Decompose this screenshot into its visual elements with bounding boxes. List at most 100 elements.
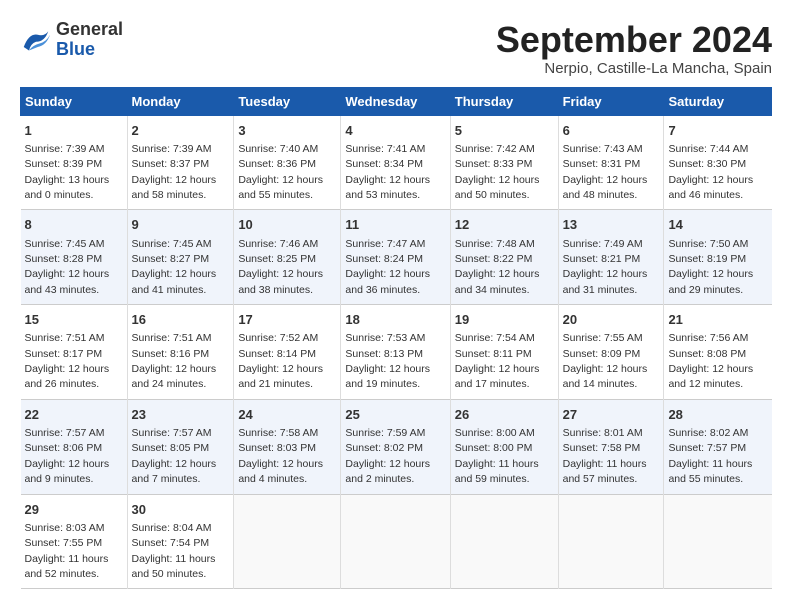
calendar-day-cell: 4 Sunrise: 7:41 AMSunset: 8:34 PMDaylight… [341, 115, 450, 210]
calendar-day-cell [558, 494, 664, 589]
day-number: 5 [455, 122, 554, 140]
calendar-day-cell [664, 494, 772, 589]
day-info: Sunrise: 8:04 AMSunset: 7:54 PMDaylight:… [132, 522, 216, 580]
calendar-day-cell: 7Sunrise: 7:44 AMSunset: 8:30 PMDaylight… [664, 115, 772, 210]
col-friday: Friday [558, 87, 664, 115]
day-info: Sunrise: 7:49 AMSunset: 8:21 PMDaylight:… [563, 238, 648, 296]
day-number: 12 [455, 216, 554, 234]
calendar-week-row: 8Sunrise: 7:45 AMSunset: 8:28 PMDaylight… [21, 210, 772, 305]
day-info: Sunrise: 7:39 AMSunset: 8:37 PMDaylight:… [132, 143, 217, 201]
calendar-day-cell: 23 Sunrise: 7:57 AMSunset: 8:05 PMDayligh… [127, 399, 234, 494]
calendar-day-cell [450, 494, 558, 589]
day-info: Sunrise: 7:57 AMSunset: 8:06 PMDaylight:… [25, 427, 110, 485]
col-thursday: Thursday [450, 87, 558, 115]
page-header: General Blue September 2024 Nerpio, Cast… [20, 20, 772, 77]
day-number: 23 [132, 406, 230, 424]
day-info: Sunrise: 7:45 AMSunset: 8:27 PMDaylight:… [132, 238, 217, 296]
location-subtitle: Nerpio, Castille-La Mancha, Spain [496, 60, 772, 77]
calendar-day-cell: 14 Sunrise: 7:50 AMSunset: 8:19 PMDayligh… [664, 210, 772, 305]
day-info: Sunrise: 7:42 AMSunset: 8:33 PMDaylight:… [455, 143, 540, 201]
day-info: Sunrise: 7:40 AMSunset: 8:36 PMDaylight:… [238, 143, 323, 201]
calendar-day-cell: 9 Sunrise: 7:45 AMSunset: 8:27 PMDaylight… [127, 210, 234, 305]
calendar-day-cell: 24 Sunrise: 7:58 AMSunset: 8:03 PMDayligh… [234, 399, 341, 494]
day-info: Sunrise: 7:46 AMSunset: 8:25 PMDaylight:… [238, 238, 323, 296]
calendar-day-cell: 6Sunrise: 7:43 AMSunset: 8:31 PMDaylight… [558, 115, 664, 210]
day-info: Sunrise: 7:41 AMSunset: 8:34 PMDaylight:… [345, 143, 430, 201]
day-number: 3 [238, 122, 336, 140]
day-info: Sunrise: 7:55 AMSunset: 8:09 PMDaylight:… [563, 332, 648, 390]
day-info: Sunrise: 7:39 AMSunset: 8:39 PMDaylight:… [25, 143, 110, 201]
calendar-day-cell: 1 Sunrise: 7:39 AMSunset: 8:39 PMDaylight… [21, 115, 128, 210]
calendar-day-cell: 8Sunrise: 7:45 AMSunset: 8:28 PMDaylight… [21, 210, 128, 305]
col-monday: Monday [127, 87, 234, 115]
day-info: Sunrise: 7:54 AMSunset: 8:11 PMDaylight:… [455, 332, 540, 390]
calendar-day-cell: 15 Sunrise: 7:51 AMSunset: 8:17 PMDayligh… [21, 305, 128, 400]
day-number: 17 [238, 311, 336, 329]
day-number: 27 [563, 406, 660, 424]
logo-text: General Blue [56, 20, 123, 60]
calendar-table: Sunday Monday Tuesday Wednesday Thursday… [20, 87, 772, 590]
day-info: Sunrise: 7:57 AMSunset: 8:05 PMDaylight:… [132, 427, 217, 485]
day-number: 21 [668, 311, 767, 329]
day-number: 10 [238, 216, 336, 234]
day-number: 29 [25, 501, 123, 519]
calendar-week-row: 29 Sunrise: 8:03 AMSunset: 7:55 PMDayligh… [21, 494, 772, 589]
day-number: 13 [563, 216, 660, 234]
calendar-week-row: 15 Sunrise: 7:51 AMSunset: 8:17 PMDayligh… [21, 305, 772, 400]
day-number: 18 [345, 311, 445, 329]
day-number: 9 [132, 216, 230, 234]
day-number: 14 [668, 216, 767, 234]
logo-icon [20, 26, 52, 54]
day-number: 20 [563, 311, 660, 329]
day-number: 15 [25, 311, 123, 329]
calendar-day-cell: 28 Sunrise: 8:02 AMSunset: 7:57 PMDayligh… [664, 399, 772, 494]
col-sunday: Sunday [21, 87, 128, 115]
calendar-day-cell: 2 Sunrise: 7:39 AMSunset: 8:37 PMDaylight… [127, 115, 234, 210]
calendar-day-cell: 22 Sunrise: 7:57 AMSunset: 8:06 PMDayligh… [21, 399, 128, 494]
day-number: 1 [25, 122, 123, 140]
calendar-day-cell: 29 Sunrise: 8:03 AMSunset: 7:55 PMDayligh… [21, 494, 128, 589]
day-info: Sunrise: 7:48 AMSunset: 8:22 PMDaylight:… [455, 238, 540, 296]
calendar-week-row: 22 Sunrise: 7:57 AMSunset: 8:06 PMDayligh… [21, 399, 772, 494]
calendar-day-cell: 12 Sunrise: 7:48 AMSunset: 8:22 PMDayligh… [450, 210, 558, 305]
calendar-day-cell: 3 Sunrise: 7:40 AMSunset: 8:36 PMDaylight… [234, 115, 341, 210]
day-info: Sunrise: 8:03 AMSunset: 7:55 PMDaylight:… [25, 522, 109, 580]
day-info: Sunrise: 8:01 AMSunset: 7:58 PMDaylight:… [563, 427, 647, 485]
day-number: 16 [132, 311, 230, 329]
calendar-day-cell: 27 Sunrise: 8:01 AMSunset: 7:58 PMDayligh… [558, 399, 664, 494]
logo: General Blue [20, 20, 123, 60]
day-info: Sunrise: 7:47 AMSunset: 8:24 PMDaylight:… [345, 238, 430, 296]
day-info: Sunrise: 7:52 AMSunset: 8:14 PMDaylight:… [238, 332, 323, 390]
day-number: 30 [132, 501, 230, 519]
calendar-day-cell: 16Sunrise: 7:51 AMSunset: 8:16 PMDayligh… [127, 305, 234, 400]
calendar-day-cell: 21Sunrise: 7:56 AMSunset: 8:08 PMDayligh… [664, 305, 772, 400]
calendar-day-cell: 13 Sunrise: 7:49 AMSunset: 8:21 PMDayligh… [558, 210, 664, 305]
day-info: Sunrise: 7:43 AMSunset: 8:31 PMDaylight:… [563, 143, 648, 201]
day-info: Sunrise: 7:45 AMSunset: 8:28 PMDaylight:… [25, 238, 110, 296]
calendar-day-cell: 18 Sunrise: 7:53 AMSunset: 8:13 PMDayligh… [341, 305, 450, 400]
month-title: September 2024 [496, 20, 772, 60]
day-number: 26 [455, 406, 554, 424]
day-number: 24 [238, 406, 336, 424]
calendar-day-cell: 17 Sunrise: 7:52 AMSunset: 8:14 PMDayligh… [234, 305, 341, 400]
day-number: 2 [132, 122, 230, 140]
calendar-day-cell: 10 Sunrise: 7:46 AMSunset: 8:25 PMDayligh… [234, 210, 341, 305]
day-info: Sunrise: 8:02 AMSunset: 7:57 PMDaylight:… [668, 427, 752, 485]
col-tuesday: Tuesday [234, 87, 341, 115]
day-number: 7 [668, 122, 767, 140]
calendar-day-cell: 25 Sunrise: 7:59 AMSunset: 8:02 PMDayligh… [341, 399, 450, 494]
calendar-day-cell: 11 Sunrise: 7:47 AMSunset: 8:24 PMDayligh… [341, 210, 450, 305]
day-info: Sunrise: 7:53 AMSunset: 8:13 PMDaylight:… [345, 332, 430, 390]
calendar-day-cell: 5 Sunrise: 7:42 AMSunset: 8:33 PMDaylight… [450, 115, 558, 210]
day-number: 28 [668, 406, 767, 424]
calendar-week-row: 1 Sunrise: 7:39 AMSunset: 8:39 PMDaylight… [21, 115, 772, 210]
day-info: Sunrise: 7:59 AMSunset: 8:02 PMDaylight:… [345, 427, 430, 485]
day-number: 11 [345, 216, 445, 234]
day-number: 25 [345, 406, 445, 424]
day-number: 4 [345, 122, 445, 140]
day-info: Sunrise: 7:50 AMSunset: 8:19 PMDaylight:… [668, 238, 753, 296]
calendar-day-cell: 30 Sunrise: 8:04 AMSunset: 7:54 PMDayligh… [127, 494, 234, 589]
day-info: Sunrise: 7:51 AMSunset: 8:17 PMDaylight:… [25, 332, 110, 390]
day-info: Sunrise: 7:58 AMSunset: 8:03 PMDaylight:… [238, 427, 323, 485]
day-number: 22 [25, 406, 123, 424]
